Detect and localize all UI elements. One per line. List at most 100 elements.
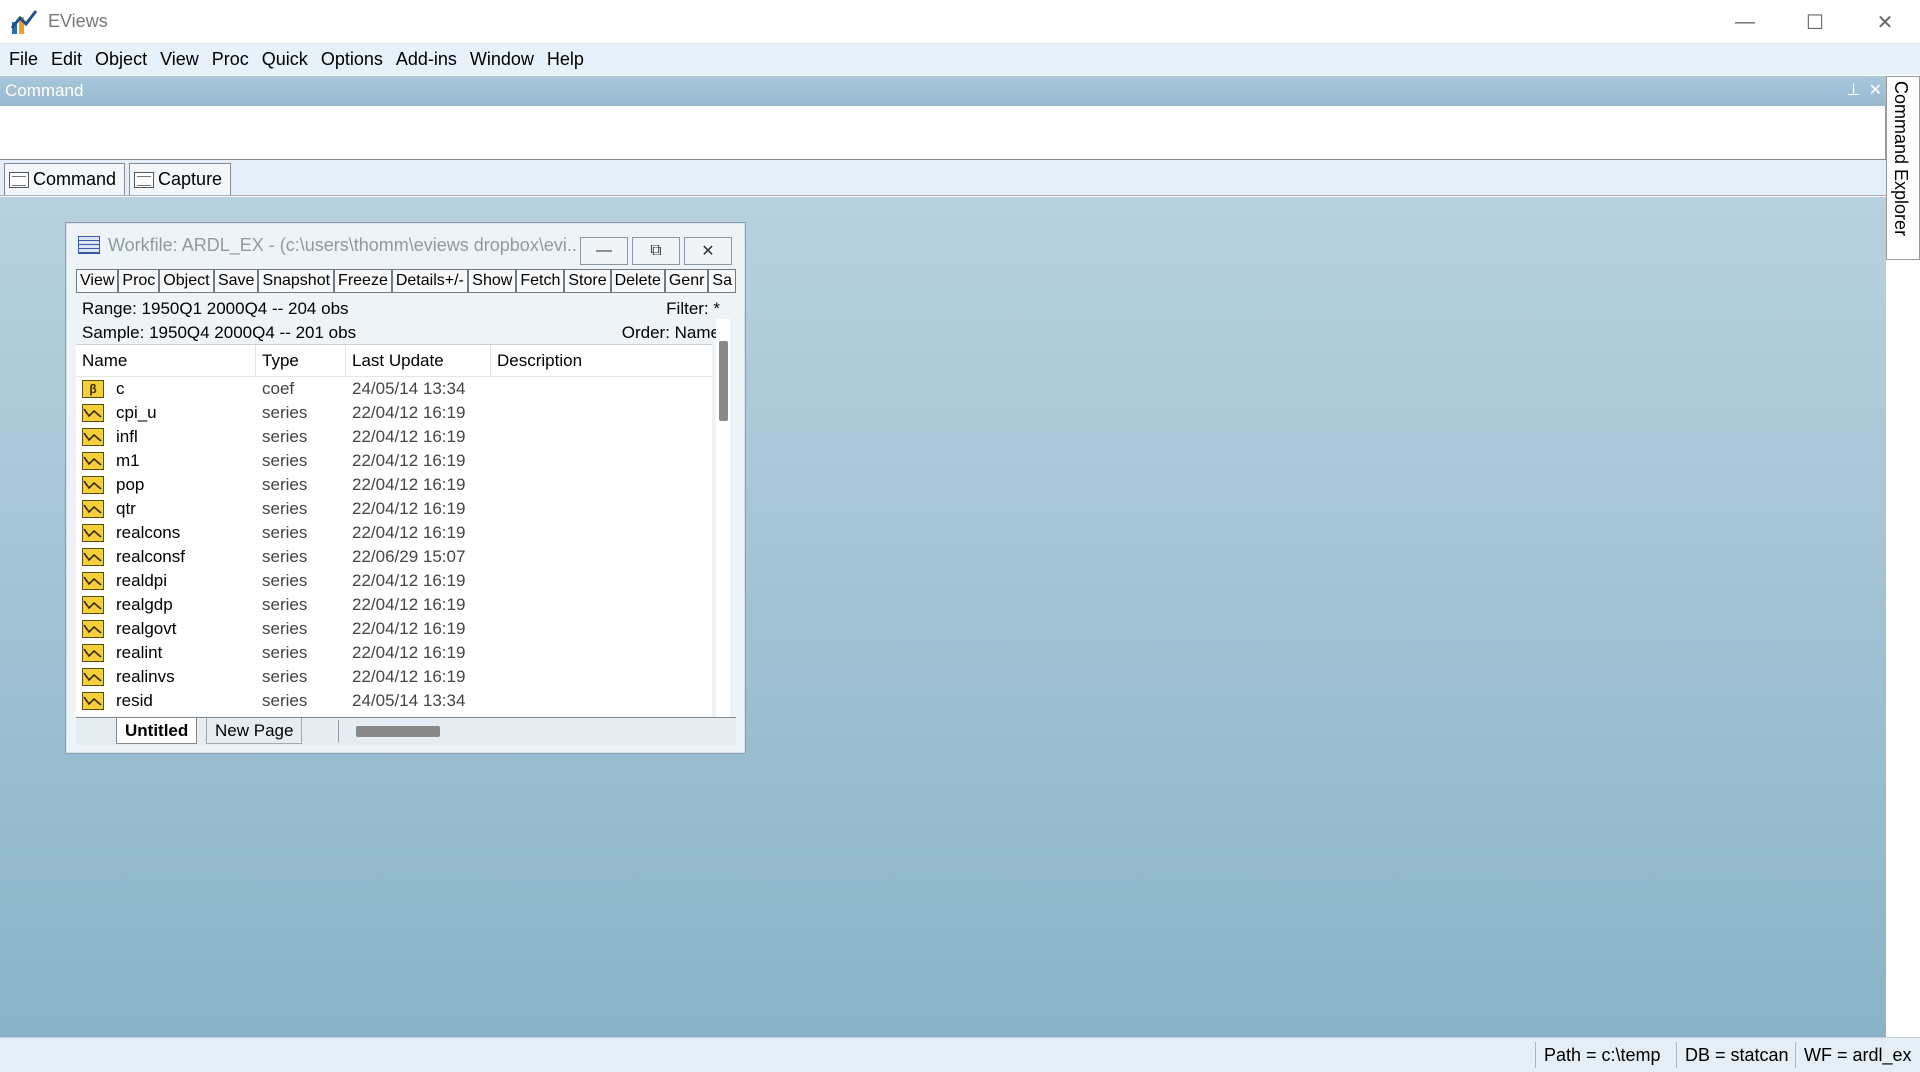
- genr-button[interactable]: Genr: [664, 269, 709, 293]
- page-tab-untitled[interactable]: Untitled: [116, 718, 198, 744]
- workfile-info: Range: 1950Q1 2000Q4 -- 204 obs Filter: …: [82, 297, 720, 345]
- sample-label[interactable]: Sample: 1950Q4 2000Q4 -- 201 obs: [82, 323, 356, 343]
- object-name: infl: [116, 427, 138, 446]
- column-last-update[interactable]: Last Update: [346, 344, 491, 377]
- object-name: m1: [116, 451, 140, 470]
- list-item[interactable]: realcons series 22/04/12 16:19: [76, 521, 712, 545]
- list-item[interactable]: cpi_u series 22/04/12 16:19: [76, 401, 712, 425]
- view-button[interactable]: View: [76, 269, 119, 293]
- order-label[interactable]: Order: Name: [622, 323, 720, 343]
- series-icon: [82, 548, 104, 566]
- list-item[interactable]: realinvs series 22/04/12 16:19: [76, 665, 712, 689]
- object-name: realcons: [116, 523, 181, 542]
- menu-addins[interactable]: Add-ins: [393, 49, 465, 70]
- status-bar: Path = c:\temp DB = statcan WF = ardl_ex: [0, 1037, 1920, 1072]
- list-item[interactable]: pop series 22/04/12 16:19: [76, 473, 712, 497]
- object-type: coef: [262, 379, 295, 398]
- column-name[interactable]: Name: [76, 344, 256, 377]
- eviews-logo-icon: [10, 8, 38, 36]
- status-wf: WF = ardl_ex: [1795, 1042, 1920, 1068]
- object-type: series: [262, 403, 308, 422]
- sample-button[interactable]: Sa: [708, 269, 736, 293]
- workfile-restore-button[interactable]: ⧉: [632, 237, 680, 265]
- page-tabs-bar: Untitled New Page: [76, 717, 736, 745]
- object-type: series: [262, 619, 308, 638]
- list-item[interactable]: resid series 24/05/14 13:34: [76, 689, 712, 713]
- horizontal-scroll-thumb[interactable]: [356, 726, 440, 737]
- store-button[interactable]: Store: [564, 269, 611, 293]
- object-name: pop: [116, 475, 145, 494]
- show-button[interactable]: Show: [468, 269, 517, 293]
- details-button[interactable]: Details+/-: [391, 269, 468, 293]
- close-button[interactable]: ✕: [1850, 0, 1920, 44]
- object-type: series: [262, 643, 308, 662]
- object-last-update: 22/06/29 15:07: [352, 547, 466, 566]
- object-last-update: 22/04/12 16:19: [352, 475, 466, 494]
- object-button[interactable]: Object: [159, 269, 214, 293]
- capture-window-icon: [134, 171, 155, 188]
- freeze-button[interactable]: Freeze: [334, 269, 392, 293]
- right-margin: [1886, 260, 1920, 1036]
- object-last-update: 22/04/12 16:19: [352, 643, 466, 662]
- list-item[interactable]: realgdp series 22/04/12 16:19: [76, 593, 712, 617]
- close-icon[interactable]: ✕: [1869, 80, 1882, 100]
- menu-bar: File Edit Object View Proc Quick Options…: [0, 44, 1920, 75]
- menu-quick[interactable]: Quick: [259, 49, 316, 70]
- tab-capture[interactable]: Capture: [129, 163, 232, 195]
- menu-edit[interactable]: Edit: [48, 49, 90, 70]
- menu-file[interactable]: File: [6, 49, 46, 70]
- range-label[interactable]: Range: 1950Q1 2000Q4 -- 204 obs: [82, 299, 349, 319]
- filter-label[interactable]: Filter: *: [666, 299, 720, 319]
- save-button[interactable]: Save: [213, 269, 259, 293]
- series-icon: [82, 668, 104, 686]
- series-icon: [82, 452, 104, 470]
- object-last-update: 22/04/12 16:19: [352, 595, 466, 614]
- list-item[interactable]: realconsf series 22/06/29 15:07: [76, 545, 712, 569]
- snapshot-button[interactable]: Snapshot: [258, 269, 335, 293]
- list-item[interactable]: realgovt series 22/04/12 16:19: [76, 617, 712, 641]
- menu-options[interactable]: Options: [318, 49, 391, 70]
- list-item[interactable]: realint series 22/04/12 16:19: [76, 641, 712, 665]
- minimize-button[interactable]: —: [1710, 0, 1780, 44]
- object-type: series: [262, 667, 308, 686]
- object-type: series: [262, 547, 308, 566]
- list-item[interactable]: β c coef 24/05/14 13:34: [76, 377, 712, 401]
- proc-button[interactable]: Proc: [118, 269, 160, 293]
- workfile-object-list: Name Type Last Update Description β c coef…: [76, 344, 712, 716]
- menu-help[interactable]: Help: [544, 49, 592, 70]
- list-item[interactable]: qtr series 22/04/12 16:19: [76, 497, 712, 521]
- object-type: series: [262, 499, 308, 518]
- page-tab-new-page[interactable]: New Page: [206, 718, 303, 744]
- workfile-close-button[interactable]: ✕: [684, 237, 732, 265]
- menu-proc[interactable]: Proc: [209, 49, 257, 70]
- series-icon: [82, 500, 104, 518]
- command-explorer-tab[interactable]: Command Explorer: [1886, 76, 1920, 260]
- column-description[interactable]: Description: [491, 345, 712, 377]
- command-window-icon: [9, 171, 29, 188]
- title-bar: EViews — ☐ ✕: [0, 0, 1920, 44]
- workfile-icon: [78, 236, 100, 254]
- list-item[interactable]: m1 series 22/04/12 16:19: [76, 449, 712, 473]
- list-item[interactable]: infl series 22/04/12 16:19: [76, 425, 712, 449]
- workfile-minimize-button[interactable]: —: [580, 237, 628, 265]
- tab-command[interactable]: Command: [4, 163, 126, 195]
- series-icon: [82, 644, 104, 662]
- column-type[interactable]: Type: [256, 344, 346, 377]
- command-explorer-label: Command Explorer: [1891, 81, 1911, 237]
- app-title: EViews: [48, 11, 108, 31]
- delete-button[interactable]: Delete: [610, 269, 665, 293]
- menu-window[interactable]: Window: [467, 49, 542, 70]
- pin-icon[interactable]: ⊥: [1847, 80, 1861, 100]
- menu-object[interactable]: Object: [92, 49, 155, 70]
- command-pane-header: Command ⊥ ✕: [0, 76, 1886, 106]
- list-item[interactable]: realdpi series 22/04/12 16:19: [76, 569, 712, 593]
- maximize-button[interactable]: ☐: [1780, 0, 1850, 44]
- command-input[interactable]: [0, 106, 1886, 160]
- vertical-scrollbar[interactable]: [716, 319, 730, 717]
- fetch-button[interactable]: Fetch: [516, 269, 565, 293]
- object-type: series: [262, 475, 308, 494]
- vertical-scroll-thumb[interactable]: [719, 341, 728, 421]
- command-tabs: Command Capture: [0, 160, 1886, 196]
- object-last-update: 22/04/12 16:19: [352, 571, 466, 590]
- menu-view[interactable]: View: [157, 49, 207, 70]
